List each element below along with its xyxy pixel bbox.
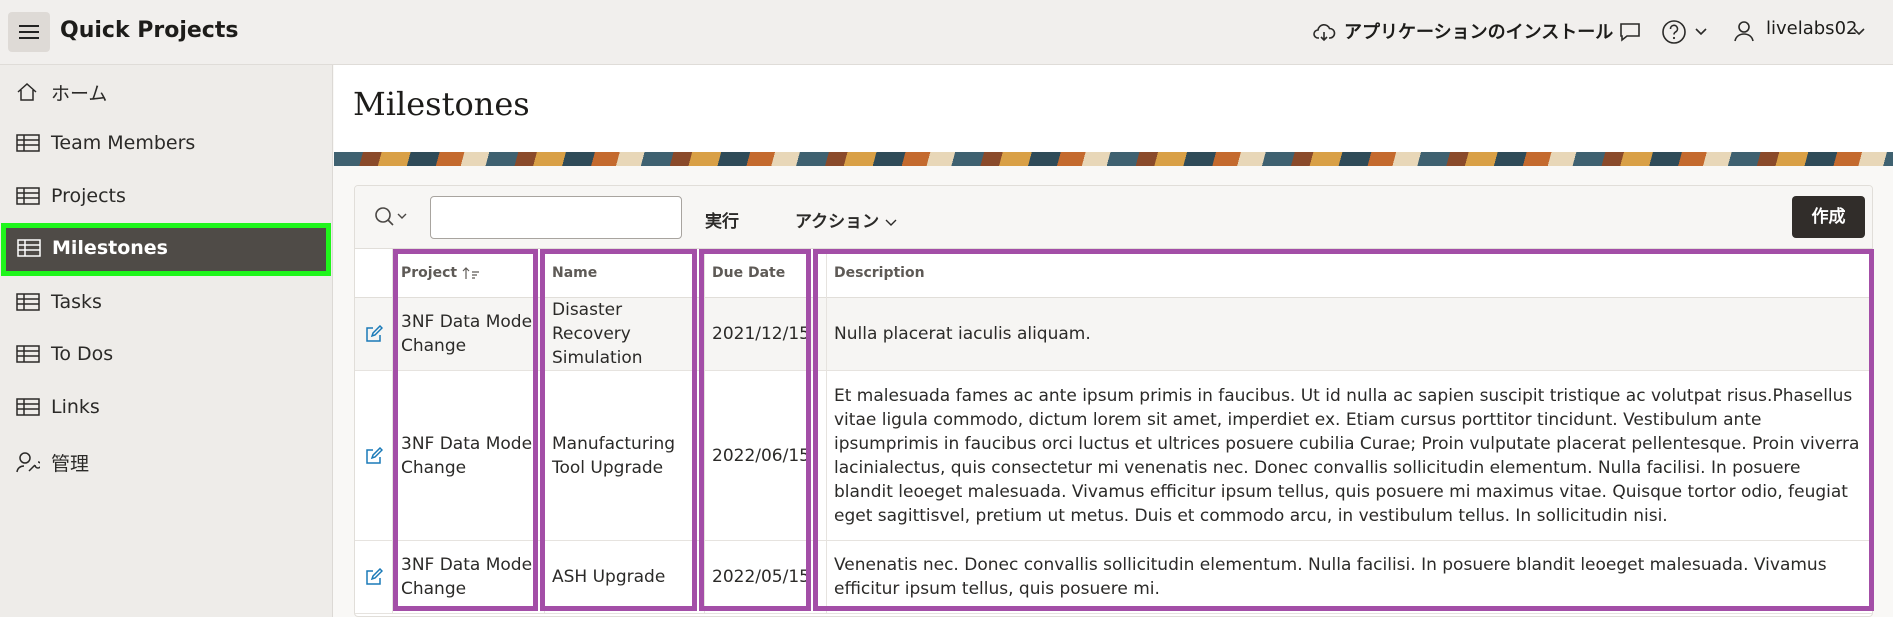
cell-name: ASH Upgrade bbox=[544, 541, 704, 614]
sidebar-item-label: To Dos bbox=[51, 343, 114, 365]
page-header: Milestones bbox=[334, 65, 1893, 152]
edit-icon bbox=[365, 446, 383, 464]
interactive-report: 実行 アクション 作成 Project Name Due Date Descri… bbox=[354, 185, 1873, 617]
cloud-download-icon[interactable] bbox=[1312, 20, 1336, 44]
cell-project: 3NF Data Model Change bbox=[393, 298, 544, 371]
sidebar-item-home[interactable]: ホーム bbox=[0, 65, 333, 118]
sidebar-item-label: Team Members bbox=[51, 132, 196, 154]
sidebar-item-milestones[interactable]: Milestones bbox=[1, 223, 331, 276]
cell-due-date: 2021/12/15 bbox=[704, 298, 826, 371]
sidebar-item-projects[interactable]: Projects bbox=[0, 171, 333, 224]
home-icon bbox=[17, 82, 37, 101]
column-header-name[interactable]: Name bbox=[544, 249, 704, 298]
table-icon bbox=[17, 239, 41, 257]
help-icon[interactable] bbox=[1661, 19, 1687, 45]
cell-description: Nulla placerat iaculis aliquam. bbox=[826, 298, 1872, 371]
report-toolbar: 実行 アクション 作成 bbox=[355, 186, 1872, 249]
chevron-down-icon bbox=[885, 219, 897, 226]
sidebar-item-admin[interactable]: 管理 bbox=[0, 435, 333, 488]
create-button[interactable]: 作成 bbox=[1792, 196, 1865, 238]
column-header-project[interactable]: Project bbox=[393, 249, 544, 298]
sidebar-item-label: Milestones bbox=[52, 237, 168, 259]
table-icon bbox=[16, 134, 40, 152]
table-icon bbox=[16, 345, 40, 363]
user-icon[interactable] bbox=[1733, 19, 1755, 43]
chat-icon[interactable] bbox=[1618, 21, 1642, 43]
sidebar-item-label: 管理 bbox=[51, 453, 90, 475]
cell-description: Venenatis nec. Donec convallis sollicitu… bbox=[826, 541, 1872, 614]
install-app-link[interactable]: アプリケーションのインストール bbox=[1344, 18, 1613, 44]
sidebar-item-team-members[interactable]: Team Members bbox=[0, 118, 333, 171]
search-icon bbox=[375, 207, 407, 226]
hamburger-icon-bar bbox=[19, 37, 39, 39]
actions-label: アクション bbox=[795, 212, 880, 232]
go-button[interactable]: 実行 bbox=[705, 207, 739, 232]
edit-icon bbox=[365, 568, 383, 585]
page-title: Milestones bbox=[353, 85, 530, 123]
menu-toggle-button[interactable] bbox=[8, 12, 50, 52]
edit-row-button[interactable] bbox=[355, 298, 393, 371]
user-wrench-icon bbox=[16, 452, 40, 473]
cell-name: Disaster Recovery Simulation bbox=[544, 298, 704, 371]
sidebar-item-label: Projects bbox=[51, 185, 126, 207]
sidebar-item-to-dos[interactable]: To Dos bbox=[0, 329, 333, 382]
sidebar-item-tasks[interactable]: Tasks bbox=[0, 277, 333, 330]
app-title[interactable]: Quick Projects bbox=[60, 18, 238, 43]
column-header-due-date[interactable]: Due Date bbox=[704, 249, 826, 298]
column-header-description[interactable]: Description bbox=[826, 249, 1872, 298]
chevron-down-icon[interactable] bbox=[1852, 27, 1866, 37]
edit-icon bbox=[365, 325, 383, 342]
column-divider bbox=[704, 249, 705, 614]
sidebar-item-label: Tasks bbox=[51, 291, 102, 313]
edit-row-button[interactable] bbox=[355, 541, 393, 614]
username-menu[interactable]: livelabs02 bbox=[1766, 18, 1857, 39]
column-divider bbox=[544, 249, 545, 614]
column-divider bbox=[826, 249, 827, 614]
decorative-banner bbox=[334, 152, 1893, 166]
column-header-label: Project bbox=[401, 265, 458, 281]
sidebar-item-links[interactable]: Links bbox=[0, 382, 333, 435]
cell-project: 3NF Data Model Change bbox=[393, 371, 544, 541]
app-header: Quick Projects アプリケーションのインストール livelabs0… bbox=[0, 0, 1893, 65]
chevron-down-icon[interactable] bbox=[1694, 27, 1708, 37]
actions-menu-button[interactable]: アクション bbox=[795, 207, 897, 232]
cell-project: 3NF Data Model Change bbox=[393, 541, 544, 614]
hamburger-icon-bar bbox=[19, 31, 39, 33]
hamburger-icon bbox=[19, 25, 39, 27]
table-icon bbox=[16, 293, 40, 311]
search-input[interactable] bbox=[430, 196, 682, 239]
search-column-selector[interactable] bbox=[373, 204, 413, 232]
sidebar-item-label: ホーム bbox=[51, 83, 108, 105]
cell-description: Et malesuada fames ac ante ipsum primis … bbox=[826, 371, 1872, 541]
sidebar-item-label: Links bbox=[51, 396, 100, 418]
edit-row-button[interactable] bbox=[355, 371, 393, 541]
sort-ascending-icon bbox=[462, 267, 479, 279]
table-icon bbox=[16, 187, 40, 205]
edit-column-header bbox=[355, 249, 393, 298]
sidebar: ホーム Team Members Projects Milestones Tas… bbox=[0, 65, 333, 617]
cell-due-date: 2022/05/15 bbox=[704, 541, 826, 614]
cell-name: Manufacturing Tool Upgrade bbox=[544, 371, 704, 541]
table-icon bbox=[16, 398, 40, 416]
cell-due-date: 2022/06/15 bbox=[704, 371, 826, 541]
